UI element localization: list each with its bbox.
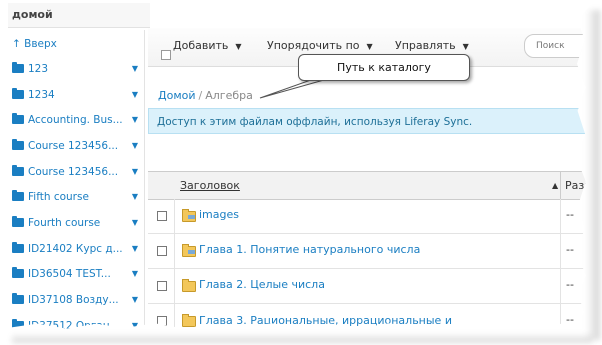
caret-down-icon: ▼ (366, 42, 373, 51)
search-input[interactable]: Поиск (524, 34, 594, 58)
column-divider (174, 199, 175, 233)
breadcrumb-current: Алгебра (205, 89, 253, 102)
folder-sidebar: ↑ Вверх 123 ▼ 1234 ▼ Accounting. Bus... … (8, 30, 145, 332)
column-divider (560, 269, 561, 303)
folder-icon (12, 113, 24, 124)
folder-icon (12, 62, 24, 73)
sidebar-item-label: ID36504 TEST... (28, 268, 111, 280)
select-all-checkbox[interactable] (161, 50, 171, 60)
row-checkbox[interactable] (157, 316, 167, 326)
table-row[interactable]: Глава 2. Целые числа -- (148, 269, 594, 304)
sidebar-folder-item[interactable]: 123 ▼ (12, 59, 140, 79)
chevron-down-icon[interactable]: ▼ (132, 59, 138, 79)
folder-icon (182, 279, 196, 292)
sidebar-item-label: Accounting. Bus... (28, 114, 123, 126)
row-title-link[interactable]: Глава 2. Целые числа (199, 269, 325, 301)
add-menu-label: Добавить (173, 39, 229, 52)
shared-folder-icon (182, 244, 196, 257)
table-row[interactable]: Глава 3. Рациональные, иррациональные и … (148, 304, 594, 329)
sidebar-folder-item[interactable]: ID36504 TEST... ▼ (12, 264, 140, 284)
breadcrumb-home-link[interactable]: Домой (158, 89, 196, 102)
sidebar-item-label: Fourth course (28, 217, 101, 229)
sidebar-item-label: Course 123456... (28, 166, 119, 178)
breadcrumb: Домой / Алгебра (158, 89, 253, 102)
chevron-down-icon[interactable]: ▼ (132, 187, 138, 207)
folder-icon (182, 314, 196, 327)
shared-folder-icon (182, 209, 196, 222)
sidebar-item-label: 1234 (28, 89, 55, 101)
row-checkbox[interactable] (157, 246, 167, 256)
sort-menu-label: Упорядочить по (267, 39, 360, 52)
column-divider (174, 234, 175, 268)
sidebar-folder-item[interactable]: Fourth course ▼ (12, 213, 140, 233)
table-row[interactable]: Глава 1. Понятие натурального числа -- (148, 234, 594, 269)
chevron-down-icon[interactable]: ▼ (132, 85, 138, 105)
folder-icon (12, 267, 24, 278)
column-divider (560, 199, 561, 233)
chevron-down-icon[interactable]: ▼ (132, 162, 138, 182)
column-divider (560, 304, 561, 329)
chevron-down-icon[interactable]: ▼ (132, 239, 138, 259)
sidebar-item-label: ID37108 Возду... (28, 294, 119, 306)
sidebar-folder-item[interactable]: Fifth course ▼ (12, 187, 140, 207)
column-divider (174, 269, 175, 303)
sidebar-item-label: 123 (28, 63, 49, 75)
row-title-link[interactable]: images (199, 199, 239, 231)
folder-icon (12, 190, 24, 201)
chevron-down-icon[interactable]: ▼ (132, 110, 138, 130)
row-size: -- (566, 313, 574, 326)
sidebar-item-label: Fifth course (28, 191, 89, 203)
documents-table: Заголовок ▲ Разме images -- Глава 1. Пон… (148, 171, 594, 329)
caret-down-icon: ▼ (235, 42, 242, 51)
sidebar-folder-item[interactable]: ID37108 Возду... ▼ (12, 290, 140, 310)
row-checkbox[interactable] (157, 211, 167, 221)
paper-shadow-bottom (12, 333, 592, 343)
folder-icon (12, 88, 24, 99)
chevron-down-icon[interactable]: ▼ (132, 290, 138, 310)
row-checkbox[interactable] (157, 281, 167, 291)
folder-icon (12, 216, 24, 227)
folder-icon (12, 319, 24, 329)
caret-down-icon: ▼ (462, 42, 469, 51)
title-column-header[interactable]: Заголовок (180, 172, 550, 199)
manage-menu-button[interactable]: Управлять ▼ (395, 39, 469, 52)
table-row[interactable]: images -- (148, 199, 594, 234)
sort-asc-icon[interactable]: ▲ (552, 172, 558, 199)
sidebar-folder-item[interactable]: Course 123456... ▼ (12, 136, 140, 156)
chevron-down-icon[interactable]: ▼ (132, 213, 138, 233)
sidebar-folder-item[interactable]: ID21402 Курс д... ▼ (12, 239, 140, 259)
table-header: Заголовок ▲ Разме (148, 172, 594, 200)
sidebar-home-header: домой (8, 3, 150, 28)
sidebar-folder-item[interactable]: Course 123456... ▼ (12, 162, 140, 182)
row-size: -- (566, 243, 574, 256)
manage-menu-label: Управлять (395, 39, 456, 52)
sidebar-folder-item[interactable]: Accounting. Bus... ▼ (12, 110, 140, 130)
sync-info-alert: Доступ к этим файлам оффлайн, используя … (148, 108, 594, 134)
sidebar-up-link[interactable]: ↑ Вверх (12, 34, 140, 54)
sidebar-item-label: ID37512 Орган... (28, 320, 120, 332)
folder-icon (12, 139, 24, 150)
folder-icon (12, 165, 24, 176)
sidebar-item-label: ID21402 Курс д... (28, 243, 123, 255)
add-menu-button[interactable]: Добавить ▼ (173, 39, 242, 52)
sort-menu-button[interactable]: Упорядочить по ▼ (267, 39, 373, 52)
row-title-link[interactable]: Глава 1. Понятие натурального числа (199, 234, 420, 266)
paper-shadow-right (586, 10, 600, 340)
chevron-down-icon[interactable]: ▼ (132, 264, 138, 284)
row-size: -- (566, 278, 574, 291)
screenshot-canvas: домой ↑ Вверх 123 ▼ 1234 ▼ Accounting. B… (8, 0, 594, 332)
row-title-link[interactable]: Глава 3. Рациональные, иррациональные и (199, 314, 452, 328)
annotation-callout: Путь к каталогу (298, 54, 470, 81)
folder-icon (12, 242, 24, 253)
sidebar-item-label: Course 123456... (28, 140, 119, 152)
column-divider (174, 304, 175, 329)
breadcrumb-separator: / (198, 89, 203, 102)
row-size: -- (566, 208, 574, 221)
chevron-down-icon[interactable]: ▼ (132, 136, 138, 156)
column-divider (560, 234, 561, 268)
sidebar-folder-item[interactable]: 1234 ▼ (12, 85, 140, 105)
folder-icon (12, 293, 24, 304)
